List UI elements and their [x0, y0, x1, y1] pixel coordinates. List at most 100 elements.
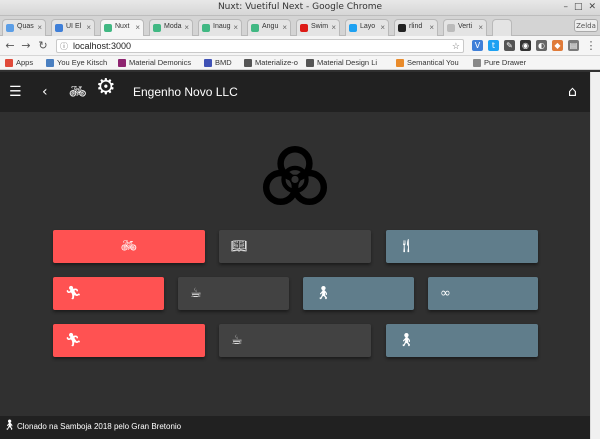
- close-tab-icon[interactable]: ×: [86, 23, 91, 32]
- bike-icon[interactable]: 🚲︎: [69, 84, 87, 100]
- bike-icon: 🚲︎: [120, 238, 138, 254]
- run-button[interactable]: 🏃︎: [53, 324, 205, 357]
- restaurant-icon: 🍴︎: [398, 238, 415, 254]
- coffee-icon: ☕︎: [190, 285, 202, 301]
- profile-chip[interactable]: Zelda: [574, 19, 598, 32]
- extension-icon[interactable]: ◐: [536, 40, 547, 51]
- tab-swim[interactable]: Swim ×: [296, 19, 340, 36]
- footer: 🚶︎ Clonado na Samboja 2018 pelo Gran Bre…: [0, 416, 590, 439]
- extension-icon[interactable]: ◉: [520, 40, 531, 51]
- run-icon: 🏃︎: [65, 332, 82, 348]
- bookmarks-bar: Apps You Eye Kitsch Material Demonics BM…: [0, 56, 600, 70]
- tab-ui-element[interactable]: UI El ×: [51, 19, 95, 36]
- tab-layo[interactable]: Layo ×: [345, 19, 389, 36]
- tab-label: Swim: [311, 23, 329, 30]
- tab-label: UI El: [66, 23, 82, 30]
- coffee-button[interactable]: ☕︎: [178, 277, 289, 310]
- walk-button[interactable]: 🚶︎: [303, 277, 414, 310]
- twitter-icon[interactable]: t: [488, 40, 499, 51]
- gears-icon[interactable]: ⚙: [96, 77, 116, 99]
- bookmark-label: Materialize-o: [255, 58, 298, 67]
- main-content: 🚲︎ 📖︎ 🍴︎ 🏃︎ ☕︎ 🚶︎ ∞ 🏃︎ ☕︎ 🚶︎: [0, 112, 590, 416]
- apps-icon: [5, 59, 13, 67]
- bookmark-favicon: [118, 59, 126, 67]
- bookmark-item[interactable]: You Eye Kitsch: [46, 57, 107, 69]
- tab-label: rlind: [409, 23, 423, 30]
- bookmark-item[interactable]: Pure Drawer: [473, 57, 526, 69]
- extension-icon[interactable]: ✎: [504, 40, 515, 51]
- bookmark-item[interactable]: Materialize-o: [244, 57, 298, 69]
- tab-inaug[interactable]: Inaug ×: [198, 19, 242, 36]
- chevron-left-icon[interactable]: ‹: [42, 84, 48, 100]
- bookmark-label: You Eye Kitsch: [57, 58, 108, 67]
- close-tab-icon[interactable]: ×: [380, 23, 385, 32]
- extension-icon[interactable]: ◆: [552, 40, 563, 51]
- close-tab-icon[interactable]: ×: [37, 23, 42, 32]
- browser-window: Nuxt: Vuetiful Next - Google Chrome – □ …: [0, 0, 600, 439]
- maximize-icon[interactable]: □: [574, 2, 583, 12]
- address-bar[interactable]: ⓘ localhost:3000 ☆: [56, 39, 464, 53]
- bookmark-label: Apps: [16, 58, 34, 67]
- tab-label: Angu: [262, 23, 279, 30]
- close-tab-icon[interactable]: ×: [282, 23, 287, 32]
- title-bar: Nuxt: Vuetiful Next - Google Chrome – □ …: [0, 0, 600, 16]
- tab-moda[interactable]: Moda ×: [149, 19, 193, 36]
- tab-label: Moda: [164, 23, 182, 30]
- biohazard-icon: [262, 145, 328, 205]
- bike-button[interactable]: 🚲︎: [53, 230, 205, 263]
- book-button[interactable]: 📖︎: [219, 230, 371, 263]
- bookmark-label: Material Design Li: [317, 58, 378, 67]
- tab-label: Verti: [458, 23, 473, 30]
- app-title: Engenho Novo LLC: [133, 85, 238, 99]
- tab-rlind[interactable]: rlind ×: [394, 19, 438, 36]
- tab-favicon: [300, 24, 308, 32]
- restaurant-button[interactable]: 🍴︎: [386, 230, 538, 263]
- menu-icon[interactable]: ⋮: [584, 39, 598, 53]
- scrollbar[interactable]: [590, 72, 600, 439]
- coffee-icon: ☕︎: [231, 332, 243, 348]
- walk-icon: 🚶︎: [315, 285, 332, 301]
- close-tab-icon[interactable]: ×: [331, 23, 336, 32]
- bookmark-item[interactable]: BMD: [204, 57, 232, 69]
- bookmark-item[interactable]: Semantical You: [396, 57, 459, 69]
- close-tab-icon[interactable]: ×: [135, 23, 140, 32]
- reload-icon[interactable]: ↻: [36, 39, 50, 53]
- tab-favicon: [202, 24, 210, 32]
- tab-angu[interactable]: Angu ×: [247, 19, 291, 36]
- tab-favicon: [398, 24, 406, 32]
- close-tab-icon[interactable]: ×: [429, 23, 434, 32]
- run-button[interactable]: 🏃︎: [53, 277, 164, 310]
- extension-icon[interactable]: ▤: [568, 40, 579, 51]
- bookmark-item[interactable]: Material Design Li: [306, 57, 377, 69]
- bookmark-favicon: [46, 59, 54, 67]
- bookmark-item[interactable]: Apps: [5, 57, 33, 69]
- tab-verti[interactable]: Verti ×: [443, 19, 487, 36]
- close-tab-icon[interactable]: ×: [233, 23, 238, 32]
- minimize-icon[interactable]: –: [563, 2, 568, 12]
- tab-favicon: [104, 24, 112, 32]
- back-icon[interactable]: ←: [3, 39, 17, 53]
- tab-quasar[interactable]: Quas ×: [2, 19, 46, 36]
- walk-button[interactable]: 🚶︎: [386, 324, 538, 357]
- close-tab-icon[interactable]: ×: [184, 23, 189, 32]
- bookmark-star-icon[interactable]: ☆: [452, 40, 460, 52]
- coffee-button[interactable]: ☕︎: [219, 324, 371, 357]
- tab-strip: Quas × UI El × Nuxt × Moda × Inaug × Angu × Sw…: [0, 16, 600, 36]
- info-icon[interactable]: ⓘ: [60, 41, 68, 53]
- bookmark-label: Semantical You: [407, 58, 459, 67]
- app-bar: ☰ ‹ 🚲︎ ⚙ Engenho Novo LLC ⌂: [0, 72, 590, 112]
- new-tab-button[interactable]: [492, 19, 512, 36]
- hamburger-menu-icon[interactable]: ☰: [9, 84, 22, 100]
- home-icon[interactable]: ⌂: [568, 84, 577, 100]
- bookmark-label: BMD: [215, 58, 232, 67]
- close-icon[interactable]: ✕: [588, 2, 596, 12]
- tab-nuxt[interactable]: Nuxt ×: [100, 19, 144, 36]
- bookmark-item[interactable]: Material Demonics: [118, 57, 191, 69]
- infinity-button[interactable]: ∞: [428, 277, 538, 310]
- bookmark-favicon: [473, 59, 481, 67]
- vue-devtools-icon[interactable]: V: [472, 40, 483, 51]
- book-icon: 📖︎: [231, 238, 248, 254]
- close-tab-icon[interactable]: ×: [478, 23, 483, 32]
- tab-favicon: [153, 24, 161, 32]
- forward-icon[interactable]: →: [19, 39, 33, 53]
